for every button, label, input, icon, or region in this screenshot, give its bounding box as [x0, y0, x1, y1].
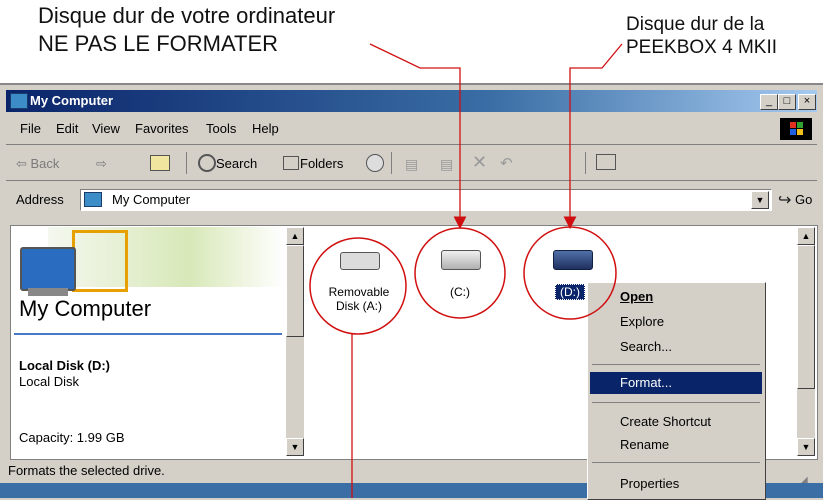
drive-c-circle — [414, 227, 506, 319]
arrow-to-c — [369, 43, 467, 230]
removable-disk-circle — [309, 237, 407, 335]
arrow-to-d — [563, 43, 623, 230]
annotation-overlay — [309, 43, 623, 498]
drive-d-circle — [523, 226, 617, 320]
